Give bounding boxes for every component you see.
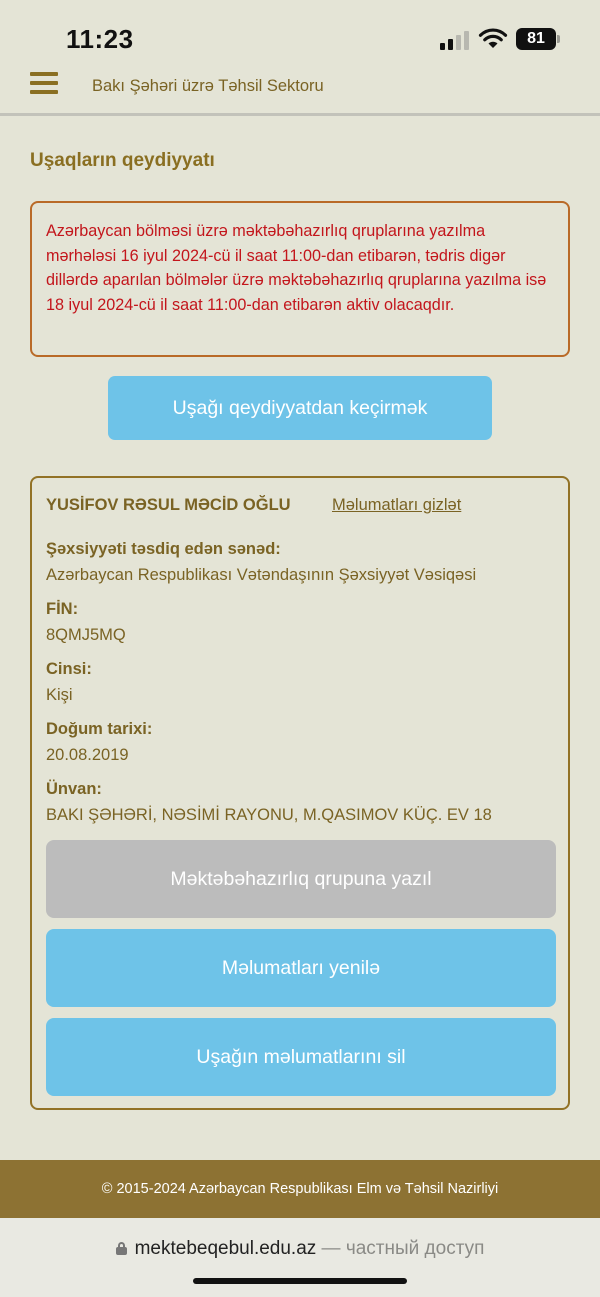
hide-details-link[interactable]: Məlumatları gizlət — [332, 496, 461, 515]
document-label: Şəxsiyyəti təsdiq edən sənəd: — [46, 540, 281, 558]
birthdate-value: 20.08.2019 — [46, 746, 129, 764]
gender-label: Cinsi: — [46, 660, 92, 678]
wifi-icon — [478, 28, 508, 48]
url-text: mektebeqebul.edu.az — [134, 1238, 317, 1259]
child-card: YUSİFOV RƏSUL MƏCİD OĞLU Məlumatları giz… — [30, 476, 570, 1110]
battery-icon: 81 — [516, 28, 560, 50]
home-indicator[interactable] — [193, 1278, 407, 1284]
address-label: Ünvan: — [46, 780, 102, 798]
update-info-button[interactable]: Məlumatları yenilə — [46, 929, 556, 1007]
fin-label: FİN: — [46, 600, 79, 618]
status-time: 11:23 — [66, 24, 134, 54]
page-title: Uşaqların qeydiyyatı — [30, 150, 215, 171]
fin-value: 8QMJ5MQ — [46, 626, 126, 644]
hamburger-icon[interactable] — [30, 72, 58, 94]
address-bar[interactable]: mektebeqebul.edu.az — частный доступ — [0, 1238, 600, 1260]
child-name: YUSİFOV RƏSUL MƏCİD OĞLU — [46, 496, 291, 514]
birthdate-label: Doğum tarixi: — [46, 720, 153, 738]
register-child-button[interactable]: Uşağı qeydiyyatdan keçirmək — [108, 376, 492, 440]
browser-bar: mektebeqebul.edu.az — частный доступ — [0, 1218, 600, 1297]
header-title: Bakı Şəhəri üzrə Təhsil Sektoru — [92, 77, 324, 95]
footer: © 2015-2024 Azərbaycan Respublikası Elm … — [0, 1160, 600, 1218]
lock-icon — [115, 1242, 127, 1255]
document-value: Azərbaycan Respublikası Vətəndaşının Şəx… — [46, 566, 477, 584]
footer-copyright: © 2015-2024 Azərbaycan Respublikası Elm … — [101, 1181, 499, 1197]
registration-alert: Azərbaycan bölməsi üzrə məktəbəhazırlıq … — [30, 201, 570, 357]
status-bar: 11:23 81 — [0, 0, 600, 62]
delete-child-button[interactable]: Uşağın məlumatlarını sil — [46, 1018, 556, 1096]
private-access-label: — частный доступ — [321, 1238, 485, 1259]
battery-level: 81 — [516, 28, 556, 50]
enroll-button[interactable]: Məktəbəhazırlıq qrupuna yazıl — [46, 840, 556, 918]
app-header: Bakı Şəhəri üzrə Təhsil Sektoru — [0, 62, 600, 116]
cellular-signal-icon — [440, 30, 470, 50]
address-value: BAKI ŞƏHƏRİ, NƏSİMİ RAYONU, M.QASIMOV KÜ… — [46, 806, 492, 824]
gender-value: Kişi — [46, 686, 73, 704]
